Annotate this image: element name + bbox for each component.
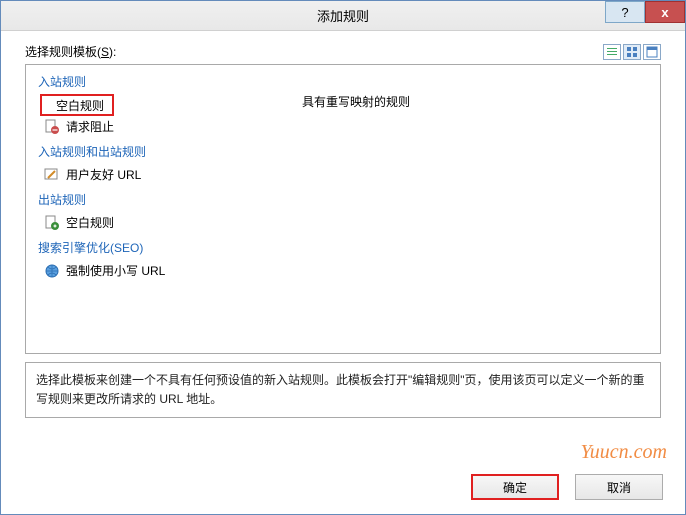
item-friendly-url[interactable]: 用户友好 URL <box>34 164 652 185</box>
globe-icon <box>44 263 60 279</box>
cancel-button[interactable]: 取消 <box>575 474 663 500</box>
block-icon <box>44 119 60 135</box>
category-seo: 搜索引擎优化(SEO) <box>38 239 652 256</box>
item-inbound-rewrite-map[interactable]: 具有重写映射的规则 <box>296 93 410 110</box>
titlebar-buttons: ? x <box>605 1 685 23</box>
item-inbound-block[interactable]: 请求阻止 <box>34 116 652 137</box>
watermark: Yuucn.com <box>581 441 667 464</box>
description-text: 选择此模板来创建一个不具有任何预设值的新入站规则。此模板会打开"编辑规则"页，使… <box>36 373 645 406</box>
item-label: 具有重写映射的规则 <box>302 93 410 110</box>
category-outbound: 出站规则 <box>38 191 652 208</box>
help-button[interactable]: ? <box>605 1 645 23</box>
titlebar: 添加规则 ? x <box>1 1 685 31</box>
item-label: 用户友好 URL <box>66 166 141 183</box>
view-tiles-icon[interactable] <box>623 44 641 60</box>
dialog: 添加规则 ? x 选择规则模板(S): 入站规则 空白规则 <box>0 0 686 515</box>
item-label: 空白规则 <box>66 214 114 231</box>
category-inbound: 入站规则 <box>38 73 652 90</box>
template-list[interactable]: 入站规则 空白规则 请求阻止 具有重写映射的规则 入站规则和出站规则 用户友好 … <box>25 64 661 354</box>
item-outbound-blank[interactable]: 空白规则 <box>34 212 652 233</box>
view-details-icon[interactable] <box>643 44 661 60</box>
page-add-icon <box>44 215 60 231</box>
item-label: 请求阻止 <box>66 118 114 135</box>
item-label: 强制使用小写 URL <box>66 262 165 279</box>
view-toggles <box>603 44 661 60</box>
description-box: 选择此模板来创建一个不具有任何预设值的新入站规则。此模板会打开"编辑规则"页，使… <box>25 362 661 418</box>
template-label: 选择规则模板(S): <box>25 43 116 60</box>
view-list-icon[interactable] <box>603 44 621 60</box>
window-title: 添加规则 <box>1 6 685 25</box>
content-area: 选择规则模板(S): 入站规则 空白规则 请求阻止 <box>1 31 685 418</box>
item-inbound-blank[interactable]: 空白规则 <box>40 94 114 116</box>
dialog-buttons: 确定 取消 <box>471 474 663 500</box>
category-both: 入站规则和出站规则 <box>38 143 652 160</box>
pencil-icon <box>44 167 60 183</box>
item-seo-lowercase[interactable]: 强制使用小写 URL <box>34 260 652 281</box>
item-label: 空白规则 <box>56 97 104 114</box>
close-button[interactable]: x <box>645 1 685 23</box>
ok-button[interactable]: 确定 <box>471 474 559 500</box>
template-label-row: 选择规则模板(S): <box>25 43 661 60</box>
